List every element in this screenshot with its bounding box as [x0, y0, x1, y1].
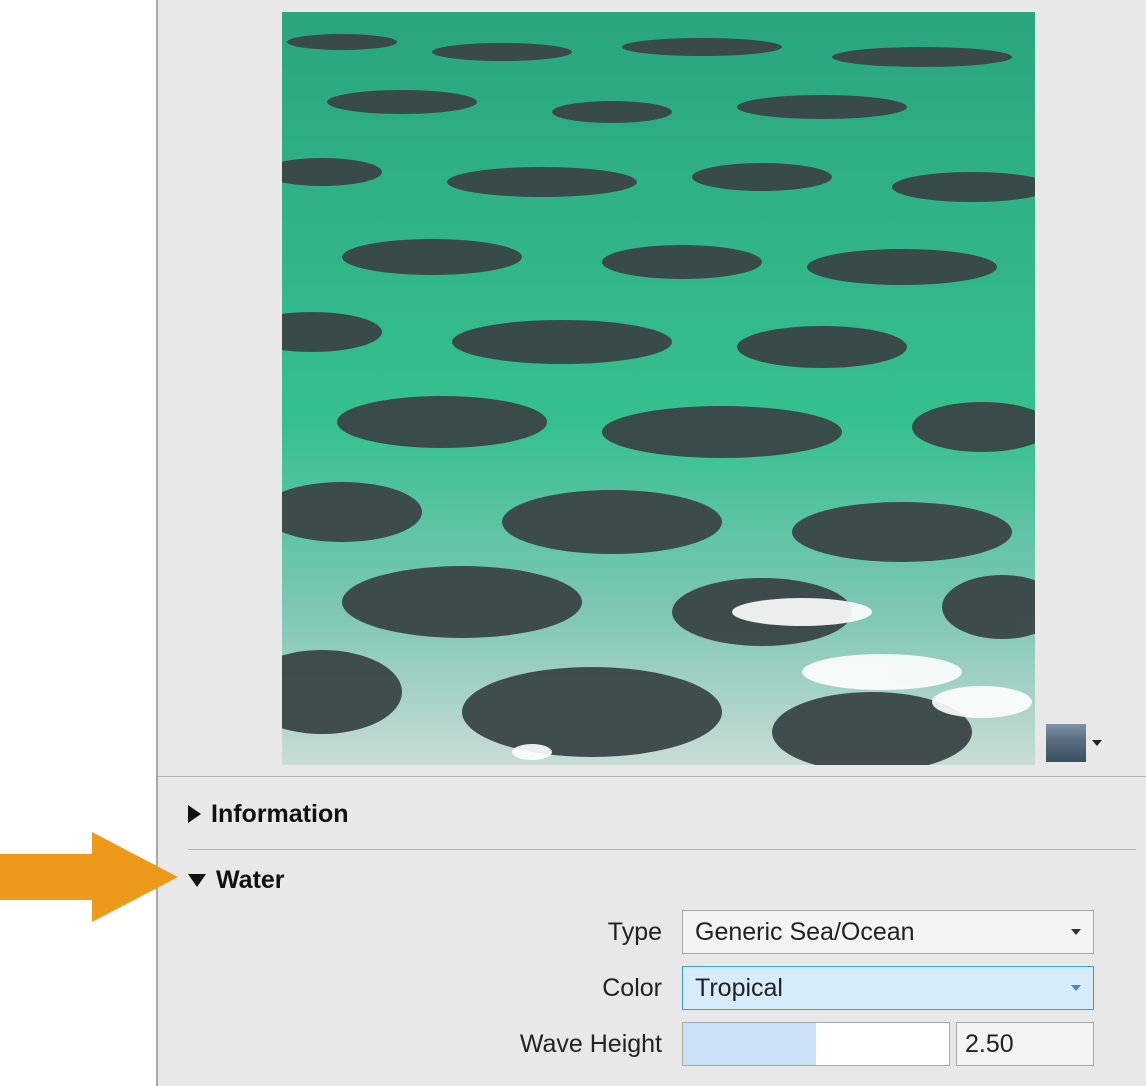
annotation-arrow — [0, 832, 178, 922]
chevron-down-icon — [1071, 985, 1081, 991]
preview-scene-dropdown[interactable] — [1046, 724, 1112, 762]
section-water-header[interactable]: Water — [188, 860, 285, 900]
divider — [158, 776, 1146, 777]
wave-height-slider-fill — [683, 1023, 816, 1065]
type-select-value: Generic Sea/Ocean — [695, 917, 915, 946]
color-select-value: Tropical — [695, 973, 783, 1002]
section-water-title: Water — [216, 865, 285, 894]
expand-arrow-icon — [188, 805, 201, 823]
color-select[interactable]: Tropical — [682, 966, 1094, 1010]
wave-height-label: Wave Height — [519, 1030, 662, 1058]
wave-height-input[interactable]: 2.50 — [956, 1022, 1094, 1066]
section-information-header[interactable]: Information — [188, 794, 349, 834]
section-information-title: Information — [211, 799, 349, 828]
wave-height-slider[interactable] — [682, 1022, 950, 1066]
divider — [188, 849, 1136, 850]
ocean-thumbnail-icon — [1046, 724, 1086, 762]
type-label: Type — [607, 918, 662, 946]
chevron-down-icon — [1071, 929, 1081, 935]
collapse-arrow-icon — [188, 873, 206, 887]
water-preview-image — [282, 12, 1035, 765]
water-material-preview — [282, 12, 1035, 765]
type-select[interactable]: Generic Sea/Ocean — [682, 910, 1094, 954]
chevron-down-icon — [1092, 740, 1102, 746]
color-label: Color — [602, 974, 662, 1002]
